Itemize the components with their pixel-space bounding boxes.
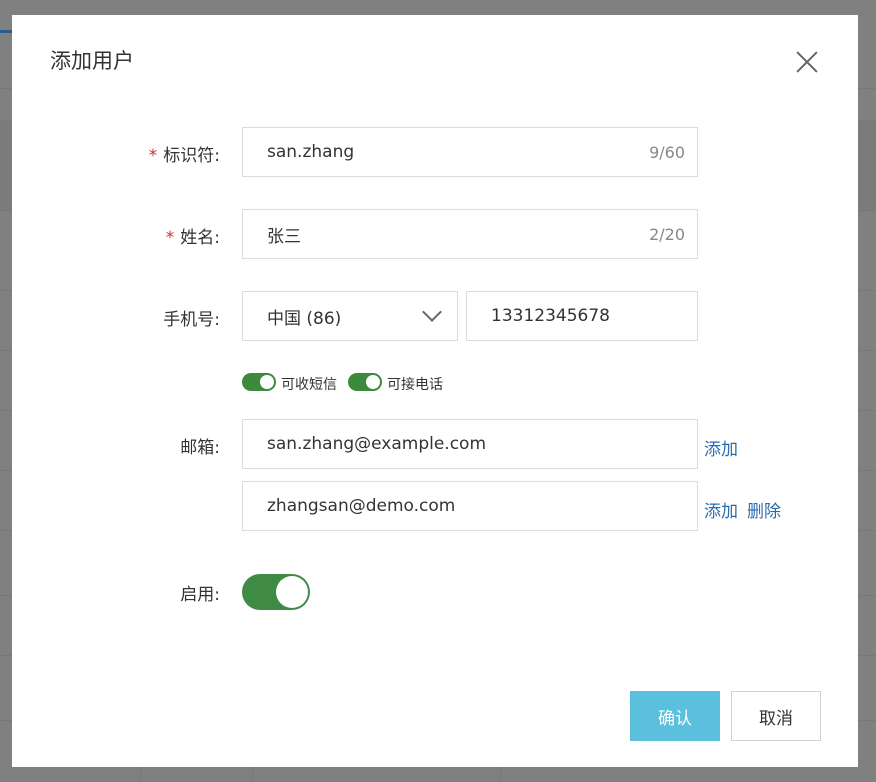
bg-tab-indicator <box>0 30 12 33</box>
country-code-select[interactable]: 中国 (86) <box>242 291 458 341</box>
identifier-value: san.zhang <box>267 142 355 162</box>
email-value-2: zhangsan@demo.com <box>267 496 456 516</box>
enabled-toggle[interactable] <box>242 574 310 610</box>
name-value: 张三 <box>267 226 301 247</box>
add-user-dialog: 添加用户 * 标识符: san.zhang 9/60 * 姓名: 张三 2/20 手… <box>12 15 858 767</box>
add-email-link-2[interactable]: 添加 <box>704 497 738 522</box>
enabled-label: 启用: <box>180 585 220 605</box>
call-toggle-label: 可接电话 <box>387 377 443 393</box>
email-input-2[interactable]: zhangsan@demo.com <box>242 481 698 531</box>
name-char-count: 2/20 <box>649 224 685 244</box>
close-icon[interactable] <box>794 49 820 75</box>
name-label: * 姓名: <box>165 228 220 248</box>
phone-label: 手机号: <box>163 310 220 330</box>
add-email-link[interactable]: 添加 <box>704 435 738 460</box>
confirm-button[interactable]: 确认 <box>630 691 720 741</box>
required-mark: * <box>165 228 175 248</box>
name-input[interactable]: 张三 2/20 <box>242 209 698 259</box>
phone-number-value: 13312345678 <box>491 306 610 326</box>
sms-toggle-label: 可收短信 <box>281 377 337 393</box>
phone-number-input[interactable]: 13312345678 <box>466 291 698 341</box>
chevron-down-icon <box>422 302 442 322</box>
email-value-1: san.zhang@example.com <box>267 434 487 454</box>
delete-email-link[interactable]: 删除 <box>747 497 781 522</box>
call-toggle[interactable] <box>348 373 382 391</box>
email-input-1[interactable]: san.zhang@example.com <box>242 419 698 469</box>
identifier-input[interactable]: san.zhang 9/60 <box>242 127 698 177</box>
identifier-char-count: 9/60 <box>649 142 685 162</box>
email-label: 邮箱: <box>180 438 220 458</box>
identifier-label: * 标识符: <box>148 146 220 166</box>
required-mark: * <box>148 146 158 166</box>
country-code-value: 中国 (86) <box>267 308 342 329</box>
dialog-title: 添加用户 <box>50 49 134 73</box>
cancel-button[interactable]: 取消 <box>731 691 821 741</box>
sms-toggle[interactable] <box>242 373 276 391</box>
